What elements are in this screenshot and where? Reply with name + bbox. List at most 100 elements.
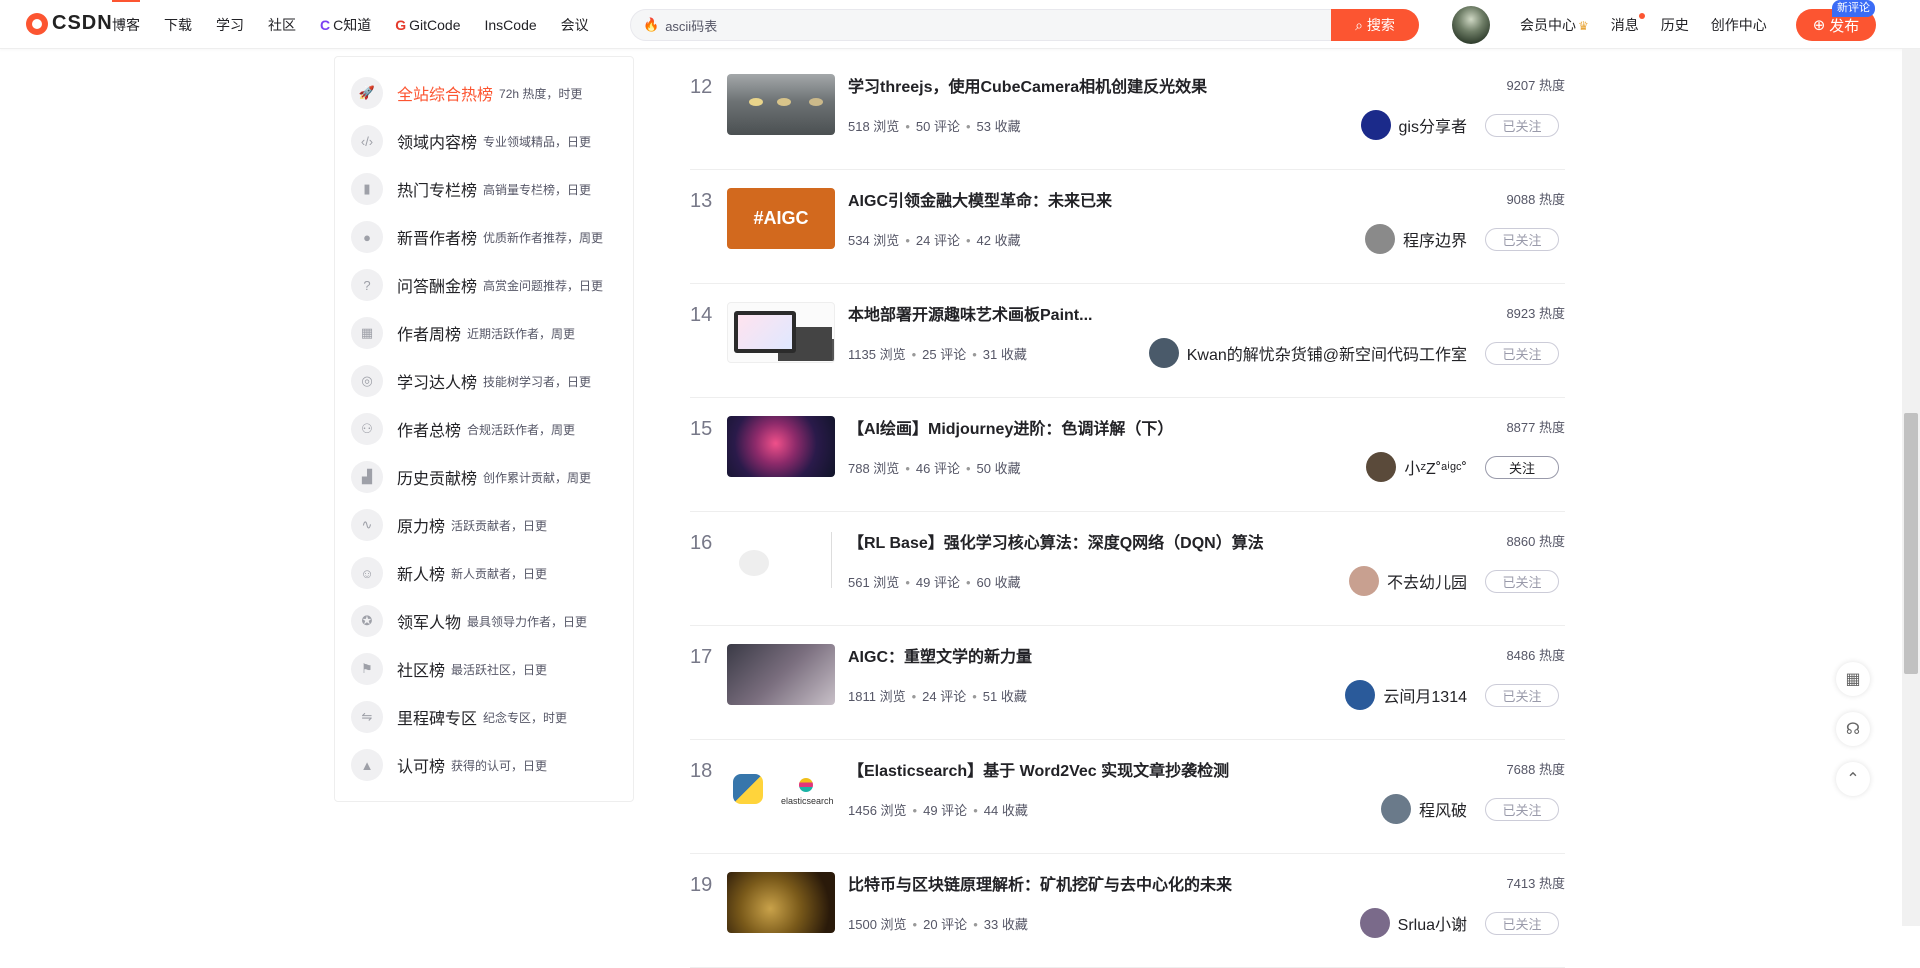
qrcode-icon[interactable]: ▦	[1836, 662, 1870, 696]
sidebar-item[interactable]: ◎ 学习达人榜 技能树学习者，日更	[335, 357, 633, 405]
sidebar-item[interactable]: ✪ 领军人物 最具领导力作者，日更	[335, 597, 633, 645]
author-avatar[interactable]	[1348, 566, 1379, 596]
article-thumbnail[interactable]	[727, 302, 835, 363]
sidebar-item-title: 作者周榜	[397, 327, 462, 344]
c-zhidao-icon: C	[320, 16, 331, 33]
article-thumbnail[interactable]: #AIGC	[727, 188, 835, 249]
article-title[interactable]: AIGC引领金融大模型革命：未来已来	[848, 187, 1112, 211]
follow-button[interactable]: 已关注	[1485, 114, 1559, 137]
sidebar-item-desc: 新人贡献者，日更	[451, 566, 548, 581]
follow-button[interactable]: 已关注	[1485, 798, 1559, 821]
sidebar-item[interactable]: ∿ 原力榜 活跃贡献者，日更	[335, 501, 633, 549]
vip-center-link[interactable]: 会员中心 ♛	[1520, 15, 1589, 35]
page-scrollbar[interactable]	[1902, 49, 1920, 926]
article-title[interactable]: 【AI绘画】Midjourney进阶：色调详解（下）	[848, 415, 1173, 439]
author-name[interactable]: 小ᶻZ˚ᵃⁱᵍᶜ˚	[1404, 455, 1467, 479]
article-title[interactable]: 比特币与区块链原理解析：矿机挖矿与去中心化的未来	[848, 871, 1232, 895]
author-name[interactable]: 程序边界	[1403, 227, 1467, 251]
follow-button[interactable]: 已关注	[1485, 912, 1559, 935]
author-avatar[interactable]	[1366, 452, 1397, 482]
nav-download[interactable]: 下载	[164, 0, 192, 49]
nav-blog[interactable]: 博客	[112, 0, 140, 49]
sidebar-item[interactable]: ▮ 热门专栏榜 高销量专栏榜，日更	[335, 165, 633, 213]
article-thumbnail[interactable]	[727, 74, 835, 135]
creator-center-link[interactable]: 创作中心	[1711, 15, 1767, 35]
heat-score: 8877 热度	[1506, 420, 1565, 435]
article-title[interactable]: AIGC：重塑文学的新力量	[848, 643, 1032, 667]
author-name[interactable]: Srlua小谢	[1398, 911, 1467, 935]
author-info[interactable]: 程序边界	[1364, 224, 1467, 254]
history-link[interactable]: 历史	[1661, 15, 1689, 35]
sidebar-item[interactable]: ⚑ 社区榜 最活跃社区，日更	[335, 645, 633, 693]
article-thumbnail[interactable]	[727, 644, 835, 705]
sidebar-item[interactable]: ⇋ 里程碑专区 纪念专区，时更	[335, 693, 633, 741]
author-info[interactable]: 云间月1314	[1345, 680, 1467, 710]
author-avatar[interactable]	[1345, 680, 1376, 710]
author-avatar[interactable]	[1148, 338, 1179, 368]
author-info[interactable]: gis分享者	[1360, 110, 1467, 140]
search-button[interactable]: ⌕ 搜索	[1331, 9, 1419, 41]
author-name[interactable]: 云间月1314	[1383, 683, 1467, 707]
article-thumbnail[interactable]	[727, 872, 835, 933]
nav-meeting[interactable]: 会议	[561, 0, 589, 49]
nav-community[interactable]: 社区	[268, 0, 296, 49]
author-info[interactable]: 程风破	[1380, 794, 1467, 824]
author-avatar[interactable]	[1364, 224, 1395, 254]
rocket-icon: 🚀	[351, 77, 383, 109]
author-name[interactable]: gis分享者	[1399, 113, 1467, 137]
search-input[interactable]	[665, 17, 1331, 33]
search-icon: ⌕	[1355, 16, 1363, 33]
sidebar-item[interactable]: ☺ 新人榜 新人贡献者，日更	[335, 549, 633, 597]
article-title[interactable]: 【Elasticsearch】基于 Word2Vec 实现文章抄袭检测	[848, 757, 1229, 781]
author-name[interactable]: Kwan的解忧杂货铺@新空间代码工作室	[1187, 341, 1467, 365]
author-name[interactable]: 程风破	[1419, 797, 1467, 821]
article-title[interactable]: 【RL Base】强化学习核心算法：深度Q网络（DQN）算法	[848, 529, 1264, 553]
sidebar-item[interactable]: ▟ 历史贡献榜 创作累计贡献，周更	[335, 453, 633, 501]
follow-button[interactable]: 已关注	[1485, 684, 1559, 707]
sidebar-item[interactable]: ? 问答酬金榜 高赏金问题推荐，日更	[335, 261, 633, 309]
follow-button[interactable]: 已关注	[1485, 342, 1559, 365]
csdn-logo[interactable]: CSDN	[26, 12, 113, 35]
author-info[interactable]: Kwan的解忧杂货铺@新空间代码工作室	[1148, 338, 1467, 368]
rank-number: 12	[690, 76, 713, 98]
sidebar-item-title: 历史贡献榜	[397, 471, 478, 488]
back-to-top-icon[interactable]: ⌃	[1836, 762, 1870, 796]
follow-button[interactable]: 已关注	[1485, 570, 1559, 593]
author-info[interactable]: Srlua小谢	[1359, 908, 1467, 938]
author-avatar[interactable]	[1380, 794, 1411, 824]
sidebar-item[interactable]: ▲ 认可榜 获得的认可，日更	[335, 741, 633, 789]
headset-icon[interactable]: ☊	[1836, 712, 1870, 746]
user-avatar[interactable]	[1452, 6, 1490, 44]
nav-learn[interactable]: 学习	[216, 0, 244, 49]
sidebar-item[interactable]: 🚀 全站综合热榜 72h 热度，时更	[335, 69, 633, 117]
sidebar-item[interactable]: ‹/› 领域内容榜 专业领域精品，日更	[335, 117, 633, 165]
article-thumbnail[interactable]	[727, 530, 835, 591]
author-info[interactable]: 不去幼儿园	[1348, 566, 1467, 596]
author-avatar[interactable]	[1359, 908, 1390, 938]
nav-inscode[interactable]: InsCode	[485, 0, 537, 49]
author-info[interactable]: 小ᶻZ˚ᵃⁱᵍᶜ˚	[1366, 452, 1467, 482]
nav-c-zhidao[interactable]: C C知道	[320, 0, 371, 49]
plus-circle-icon: ⊕	[1812, 17, 1826, 34]
milestone-icon: ⇋	[351, 701, 383, 733]
author-name[interactable]: 不去幼儿园	[1387, 569, 1467, 593]
sidebar-item[interactable]: ● 新晋作者榜 优质新作者推荐，周更	[335, 213, 633, 261]
nav-gitcode[interactable]: G GitCode	[395, 0, 460, 49]
follow-button[interactable]: 已关注	[1485, 228, 1559, 251]
article-title[interactable]: 学习threejs，使用CubeCamera相机创建反光效果	[848, 73, 1207, 97]
user-icon: ●	[351, 221, 383, 253]
article-thumbnail[interactable]: elasticsearch	[727, 758, 835, 819]
sidebar-item-desc: 近期活跃作者，周更	[467, 326, 576, 341]
heat-score: 9207 热度	[1506, 78, 1565, 93]
sidebar-item-title: 新人榜	[397, 567, 446, 584]
article-stats: 1500 浏览 • 20 评论 • 33 收藏	[848, 917, 1028, 932]
article-title[interactable]: 本地部署开源趣味艺术画板Paint...	[848, 301, 1092, 325]
messages-link[interactable]: 消息	[1611, 12, 1645, 35]
follow-button[interactable]: 关注	[1485, 456, 1559, 479]
article-thumbnail[interactable]	[727, 416, 835, 477]
sidebar-item[interactable]: ⚇ 作者总榜 合规活跃作者，周更	[335, 405, 633, 453]
author-avatar[interactable]	[1360, 110, 1391, 140]
heat-score: 7413 热度	[1506, 876, 1565, 891]
sidebar-item[interactable]: ▦ 作者周榜 近期活跃作者，周更	[335, 309, 633, 357]
scrollbar-thumb[interactable]	[1904, 413, 1918, 674]
